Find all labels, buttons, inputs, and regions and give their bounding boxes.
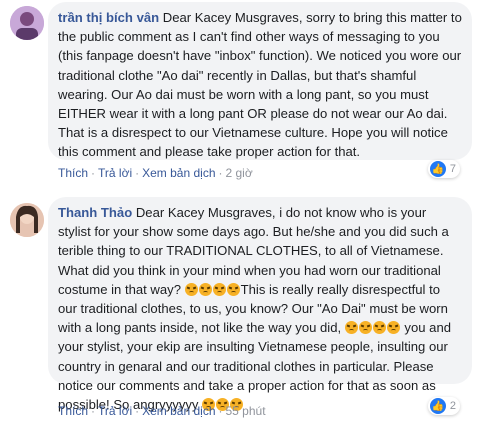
reply-link[interactable]: Trả lời — [98, 404, 132, 418]
comment-author[interactable]: Thanh Thảo — [58, 205, 132, 220]
angry-emoji-group — [184, 282, 241, 297]
avatar[interactable] — [10, 203, 44, 237]
reaction-count[interactable]: 👍 2 — [427, 397, 460, 415]
angry-face-icon — [386, 321, 400, 335]
reaction-count[interactable]: 👍 7 — [427, 160, 460, 178]
comment-time[interactable]: 2 giờ — [226, 166, 253, 180]
angry-face-icon — [344, 321, 358, 335]
comment-actions: Thích · Trả lời · Xem bản dịch · 2 giờ — [58, 166, 253, 180]
angry-emoji-group — [344, 320, 401, 335]
like-link[interactable]: Thích — [58, 166, 88, 180]
angry-face-icon — [184, 282, 198, 296]
translate-link[interactable]: Xem bản dịch — [142, 166, 215, 180]
like-link[interactable]: Thích — [58, 404, 88, 418]
reply-link[interactable]: Trả lời — [98, 166, 132, 180]
comment-time[interactable]: 55 phút — [226, 404, 266, 418]
comment-1: trần thị bích vân Dear Kacey Musgraves, … — [0, 0, 498, 200]
angry-face-icon — [212, 282, 226, 296]
comment-2: Thanh Thảo Dear Kacey Musgraves, i do no… — [0, 197, 498, 432]
angry-face-icon — [372, 321, 386, 335]
comment-bubble: Thanh Thảo Dear Kacey Musgraves, i do no… — [48, 197, 472, 412]
avatar[interactable] — [10, 6, 44, 40]
angry-face-icon — [198, 282, 212, 296]
angry-face-icon — [358, 321, 372, 335]
like-icon: 👍 — [429, 161, 446, 177]
comment-bubble: trần thị bích vân Dear Kacey Musgraves, … — [48, 2, 472, 160]
like-icon: 👍 — [429, 398, 446, 414]
angry-face-icon — [226, 282, 240, 296]
comment-actions: Thích · Trả lời · Xem bản dịch · 55 phút — [58, 404, 266, 418]
translate-link[interactable]: Xem bản dịch — [142, 404, 215, 418]
comment-author[interactable]: trần thị bích vân — [58, 10, 159, 25]
comment-text: Dear Kacey Musgraves, sorry to bring thi… — [58, 10, 462, 160]
